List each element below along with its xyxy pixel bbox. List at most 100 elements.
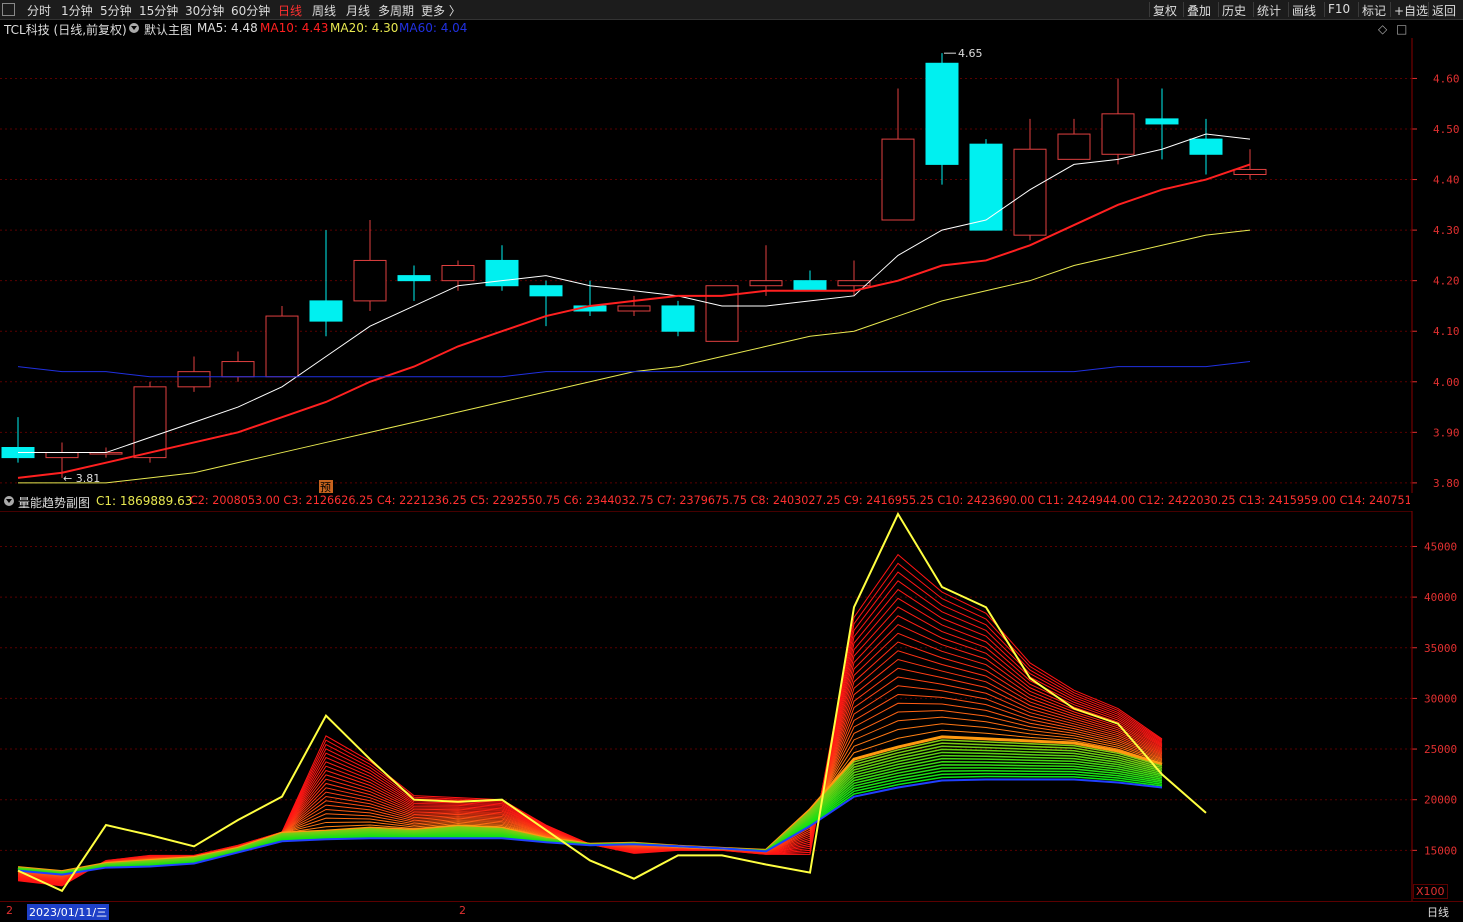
y-tick-label: 4.30 — [1433, 224, 1460, 237]
tab-10[interactable]: 更多 〉 — [421, 2, 461, 19]
tool-button-2[interactable]: 历史 — [1222, 2, 1246, 19]
tab-4[interactable]: 30分钟 — [185, 2, 224, 19]
trend-line-red — [17, 710, 1163, 875]
candlestick-chart[interactable]: 3.80 3.90 4.00 4.10 4.20 4.30 4.40 4.50 4.60 4.65… — [0, 38, 1463, 493]
trend-line-red — [17, 685, 1163, 877]
separator — [1428, 2, 1429, 17]
tool-button-8[interactable]: 返回 — [1432, 2, 1456, 19]
y-tick-label: 15000 — [1424, 844, 1457, 857]
trend-line-red — [17, 729, 1163, 873]
status-bar: 2 2023/01/11/三 2 日线 — [0, 901, 1463, 922]
separator — [1288, 2, 1289, 17]
candle-body — [441, 265, 475, 282]
y-tick-label: 3.80 — [1433, 477, 1460, 490]
tool-button-4[interactable]: 画线 — [1292, 2, 1316, 19]
trend-line-red — [17, 615, 1163, 882]
candle-body — [133, 386, 167, 459]
low-label: ← 3.81 — [63, 472, 100, 485]
candle-body — [353, 259, 387, 302]
volume-trend-chart[interactable]: 15000 20000 25000 30000 35000 40000 45000 — [0, 511, 1463, 901]
tab-8[interactable]: 月线 — [346, 2, 370, 19]
y-tick-label: 40000 — [1424, 591, 1457, 604]
separator — [1324, 2, 1325, 17]
high-label: 4.65 — [958, 47, 983, 60]
y-tick-label: 35000 — [1424, 642, 1457, 655]
y-tick-label: 25000 — [1424, 743, 1457, 756]
y-tick-label: 4.00 — [1433, 376, 1460, 389]
tab-7[interactable]: 周线 — [312, 2, 336, 19]
candle-body — [1189, 138, 1223, 155]
separator — [1218, 2, 1219, 17]
window-menu-icon[interactable] — [2, 3, 15, 16]
tab-2[interactable]: 5分钟 — [100, 2, 132, 19]
tab-9[interactable]: 多周期 — [378, 2, 414, 19]
ma-line-ma5 — [18, 133, 1251, 454]
tool-button-1[interactable]: 叠加 — [1187, 2, 1211, 19]
template-name[interactable]: 默认主图 — [144, 21, 192, 38]
candle-body — [397, 275, 431, 282]
trend-line-red — [17, 588, 1163, 884]
separator — [1358, 2, 1359, 17]
dropdown-circle-icon[interactable] — [4, 496, 14, 506]
toolbar: 分时 1分钟 5分钟 15分钟 30分钟 60分钟 日线 周线 月线 多周期 更多 〉 复权 叠加 历史… — [0, 0, 1463, 20]
tab-3[interactable]: 15分钟 — [139, 2, 178, 19]
candle-body — [661, 305, 695, 332]
y-tick-label: 3.90 — [1433, 426, 1460, 439]
tool-button-5[interactable]: F10 — [1328, 2, 1350, 16]
y-tick-label: 45000 — [1424, 540, 1457, 553]
diamond-icon[interactable]: ◇ — [1378, 22, 1387, 36]
ma20-value: MA20: 4.30 — [330, 21, 399, 35]
period-label[interactable]: 日线 — [1427, 904, 1449, 920]
ma10-value: MA10: 4.43 — [260, 21, 329, 35]
candle-body — [45, 452, 79, 459]
candle-body — [1013, 148, 1047, 236]
y-tick-label: 20000 — [1424, 794, 1457, 807]
pre-marker: 预 — [320, 481, 331, 493]
tool-button-3[interactable]: 统计 — [1257, 2, 1281, 19]
candle-body — [1233, 168, 1267, 175]
y-tick-label: 4.40 — [1433, 174, 1460, 187]
candle-body — [1057, 133, 1091, 160]
tab-0[interactable]: 分时 — [27, 2, 51, 19]
candle-body — [309, 300, 343, 322]
tab-6[interactable]: 日线 — [278, 2, 302, 19]
y-tick-label: 4.60 — [1433, 72, 1460, 85]
tool-button-6[interactable]: 标记 — [1362, 2, 1386, 19]
y-tick-label: 4.10 — [1433, 325, 1460, 338]
unit-label: X100 — [1413, 884, 1448, 899]
tab-1[interactable]: 1分钟 — [61, 2, 93, 19]
c-values: C2: 2008053.00 C3: 2126626.25 C4: 222123… — [190, 494, 1410, 507]
mid-marker: 2 — [459, 904, 466, 917]
candle-body — [925, 62, 959, 165]
candle-body — [1145, 118, 1179, 125]
c1-line — [17, 511, 1207, 893]
tab-5[interactable]: 60分钟 — [231, 2, 270, 19]
tool-button-0[interactable]: 复权 — [1153, 2, 1177, 19]
trend-line-red — [17, 580, 1163, 885]
trend-line-red — [17, 702, 1163, 876]
separator — [1390, 2, 1391, 17]
ma5-value: MA5: 4.48 — [197, 21, 258, 35]
dropdown-circle-icon[interactable] — [129, 23, 139, 33]
left-marker: 2 — [6, 904, 13, 917]
trend-line-red — [17, 562, 1163, 886]
candle-body — [617, 305, 651, 312]
date-label[interactable]: 2023/01/11/三 — [27, 904, 110, 920]
y-tick-label: 4.50 — [1433, 123, 1460, 136]
candle-body — [529, 285, 563, 297]
candle-body — [265, 315, 299, 378]
trend-line-red — [17, 623, 1163, 882]
separator — [1183, 2, 1184, 17]
candle-body — [1101, 113, 1135, 155]
c1-value: C1: 1869889.63 — [96, 494, 193, 508]
candle-body — [969, 143, 1003, 231]
square-icon[interactable]: □ — [1396, 22, 1407, 36]
candle-body — [221, 361, 255, 378]
y-tick-label: 30000 — [1424, 692, 1457, 705]
stock-title[interactable]: TCL科技 (日线,前复权) — [4, 21, 127, 38]
ma-line-ma20 — [18, 229, 1251, 484]
separator — [1149, 2, 1150, 17]
tool-button-7[interactable]: +自选 — [1394, 2, 1428, 19]
sub-title[interactable]: 量能趋势副图 — [18, 494, 90, 511]
y-tick-label: 4.20 — [1433, 275, 1460, 288]
